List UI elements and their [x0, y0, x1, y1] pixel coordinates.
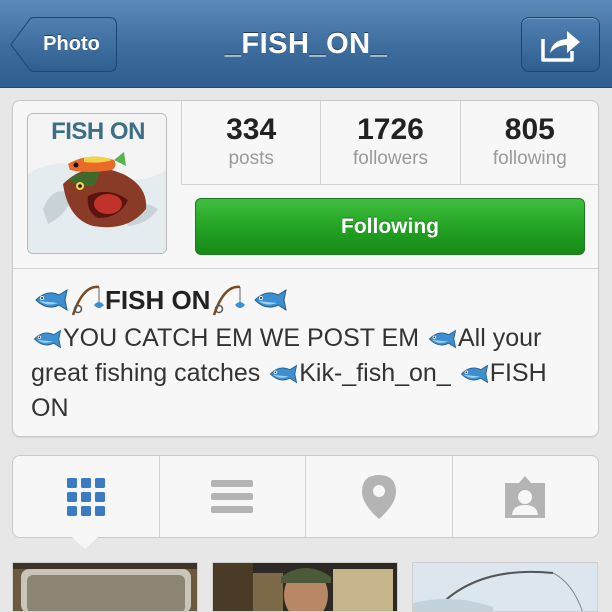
bio-segment: Kik-_fish_on_	[299, 359, 458, 387]
list-icon	[211, 479, 254, 513]
card-divider	[13, 268, 598, 269]
stat-posts-label: posts	[228, 148, 274, 169]
grid-icon	[66, 477, 105, 516]
fishing-pole-icon	[213, 285, 246, 316]
photo-thumbnail[interactable]	[12, 562, 198, 612]
fish-icon	[254, 288, 288, 312]
share-arrow-icon	[541, 31, 580, 62]
nav-bar: Photo _FISH_ON_	[0, 0, 612, 88]
fish-icon	[460, 365, 488, 384]
profile-name-text: FISH ON	[105, 285, 211, 315]
map-pin-icon	[361, 474, 396, 519]
tab-list[interactable]	[160, 456, 306, 537]
fishing-pole-icon	[71, 285, 104, 316]
fish-icon	[35, 288, 68, 312]
back-button[interactable]: Photo	[10, 17, 117, 72]
tab-tagged[interactable]	[453, 456, 599, 537]
photo-thumbnail[interactable]	[212, 562, 398, 612]
profile-view-tabs	[12, 455, 599, 538]
fish-icon	[269, 365, 298, 384]
bio-segment: YOU CATCH EM WE POST EM	[63, 324, 426, 352]
stat-following-label: following	[492, 148, 567, 169]
stat-followers[interactable]: 1726 followers	[321, 101, 461, 184]
stat-posts-value: 334	[226, 113, 277, 146]
stat-posts[interactable]: 334 posts	[182, 101, 322, 184]
share-button[interactable]	[521, 17, 600, 72]
stat-following[interactable]: 805 following	[461, 101, 599, 184]
fish-icon	[33, 330, 62, 349]
profile-bio: YOU CATCH EM WE POST EM All your great f…	[31, 321, 591, 426]
following-button[interactable]: Following	[195, 198, 585, 255]
tagged-user-icon	[505, 475, 546, 518]
stat-followers-value: 1726	[357, 113, 424, 146]
tab-map[interactable]	[306, 456, 453, 537]
back-button-label: Photo	[43, 33, 100, 55]
profile-name: FISH ON	[33, 281, 593, 319]
profile-card: FISH ON 334 posts 1726 followers 805 fol…	[12, 100, 599, 437]
avatar-logo-text: FISH ON	[51, 118, 145, 145]
tab-grid[interactable]	[13, 456, 160, 537]
profile-avatar[interactable]: FISH ON	[27, 113, 167, 254]
page-title: _FISH_ON_	[224, 28, 388, 60]
fish-icon	[428, 330, 457, 349]
stat-followers-label: followers	[353, 148, 428, 169]
photo-thumbnail[interactable]	[412, 562, 598, 612]
stat-following-value: 805	[504, 113, 555, 146]
active-tab-pointer	[72, 537, 98, 549]
profile-stats: 334 posts 1726 followers 805 following	[181, 101, 599, 185]
